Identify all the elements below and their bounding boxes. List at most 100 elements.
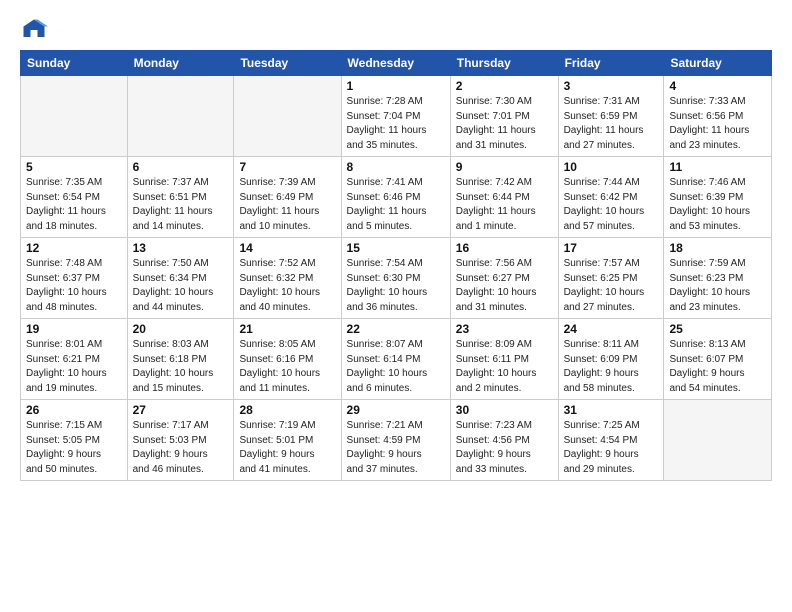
calendar-cell: 5Sunrise: 7:35 AMSunset: 6:54 PMDaylight…	[21, 157, 128, 238]
week-row-2: 5Sunrise: 7:35 AMSunset: 6:54 PMDaylight…	[21, 157, 772, 238]
day-number: 8	[347, 160, 445, 174]
day-number: 15	[347, 241, 445, 255]
day-number: 9	[456, 160, 553, 174]
calendar-cell: 24 Sunrise: 8:11 AMSunset: 6:09 PMDayligh…	[558, 319, 664, 400]
calendar-cell: 11Sunrise: 7:46 AMSunset: 6:39 PMDayligh…	[664, 157, 772, 238]
calendar-cell: 15 Sunrise: 7:54 AMSunset: 6:30 PMDayligh…	[341, 238, 450, 319]
day-number: 1	[347, 79, 445, 93]
day-info: Sunrise: 7:23 AMSunset: 4:56 PMDaylight:…	[456, 419, 553, 477]
day-info: Sunrise: 7:19 AMSunset: 5:01 PMDaylight:…	[239, 419, 335, 477]
day-number: 22	[347, 322, 445, 336]
day-number: 28	[239, 403, 335, 417]
calendar-cell: 17 Sunrise: 7:57 AMSunset: 6:25 PMDayligh…	[558, 238, 664, 319]
day-number: 5	[26, 160, 122, 174]
calendar-cell: 29Sunrise: 7:21 AMSunset: 4:59 PMDayligh…	[341, 400, 450, 481]
calendar-table: SundayMondayTuesdayWednesdayThursdayFrid…	[20, 50, 772, 481]
day-info: Sunrise: 8:05 AMSunset: 6:16 PMDaylight:…	[239, 338, 335, 396]
weekday-header-tuesday: Tuesday	[234, 51, 341, 76]
calendar-cell: 10 Sunrise: 7:44 AMSunset: 6:42 PMDayligh…	[558, 157, 664, 238]
calendar-cell: 30 Sunrise: 7:23 AMSunset: 4:56 PMDayligh…	[450, 400, 558, 481]
day-info: Sunrise: 7:44 AMSunset: 6:42 PMDaylight:…	[564, 176, 659, 234]
day-number: 27	[133, 403, 229, 417]
day-info: Sunrise: 8:01 AMSunset: 6:21 PMDaylight:…	[26, 338, 122, 396]
day-info: Sunrise: 7:57 AMSunset: 6:25 PMDaylight:…	[564, 257, 659, 315]
day-info: Sunrise: 7:30 AMSunset: 7:01 PMDaylight:…	[456, 95, 553, 153]
weekday-header-row: SundayMondayTuesdayWednesdayThursdayFrid…	[21, 51, 772, 76]
day-info: Sunrise: 7:39 AMSunset: 6:49 PMDaylight:…	[239, 176, 335, 234]
day-number: 25	[669, 322, 766, 336]
calendar-cell	[234, 76, 341, 157]
calendar-cell: 19 Sunrise: 8:01 AMSunset: 6:21 PMDayligh…	[21, 319, 128, 400]
weekday-header-thursday: Thursday	[450, 51, 558, 76]
calendar-cell	[127, 76, 234, 157]
day-number: 12	[26, 241, 122, 255]
calendar-cell: 6Sunrise: 7:37 AMSunset: 6:51 PMDaylight…	[127, 157, 234, 238]
calendar-cell: 9 Sunrise: 7:42 AMSunset: 6:44 PMDaylight…	[450, 157, 558, 238]
calendar-cell	[664, 400, 772, 481]
calendar-cell: 18Sunrise: 7:59 AMSunset: 6:23 PMDayligh…	[664, 238, 772, 319]
calendar-cell: 23 Sunrise: 8:09 AMSunset: 6:11 PMDayligh…	[450, 319, 558, 400]
calendar-cell	[21, 76, 128, 157]
day-number: 3	[564, 79, 659, 93]
logo	[20, 16, 52, 44]
day-info: Sunrise: 7:33 AMSunset: 6:56 PMDaylight:…	[669, 95, 766, 153]
weekday-header-monday: Monday	[127, 51, 234, 76]
day-number: 23	[456, 322, 553, 336]
calendar-cell: 31 Sunrise: 7:25 AMSunset: 4:54 PMDayligh…	[558, 400, 664, 481]
logo-icon	[20, 16, 48, 44]
day-info: Sunrise: 8:11 AMSunset: 6:09 PMDaylight:…	[564, 338, 659, 396]
header	[20, 16, 772, 44]
day-info: Sunrise: 7:31 AMSunset: 6:59 PMDaylight:…	[564, 95, 659, 153]
day-number: 19	[26, 322, 122, 336]
day-number: 31	[564, 403, 659, 417]
day-info: Sunrise: 7:37 AMSunset: 6:51 PMDaylight:…	[133, 176, 229, 234]
calendar-cell: 27Sunrise: 7:17 AMSunset: 5:03 PMDayligh…	[127, 400, 234, 481]
day-number: 4	[669, 79, 766, 93]
week-row-1: 1 Sunrise: 7:28 AMSunset: 7:04 PMDaylight…	[21, 76, 772, 157]
week-row-3: 12 Sunrise: 7:48 AMSunset: 6:37 PMDayligh…	[21, 238, 772, 319]
day-info: Sunrise: 7:15 AMSunset: 5:05 PMDaylight:…	[26, 419, 122, 477]
day-info: Sunrise: 7:28 AMSunset: 7:04 PMDaylight:…	[347, 95, 445, 153]
calendar-cell: 22 Sunrise: 8:07 AMSunset: 6:14 PMDayligh…	[341, 319, 450, 400]
day-info: Sunrise: 7:56 AMSunset: 6:27 PMDaylight:…	[456, 257, 553, 315]
calendar-cell: 7 Sunrise: 7:39 AMSunset: 6:49 PMDaylight…	[234, 157, 341, 238]
day-number: 11	[669, 160, 766, 174]
day-info: Sunrise: 7:48 AMSunset: 6:37 PMDaylight:…	[26, 257, 122, 315]
day-info: Sunrise: 7:54 AMSunset: 6:30 PMDaylight:…	[347, 257, 445, 315]
weekday-header-sunday: Sunday	[21, 51, 128, 76]
calendar-cell: 1 Sunrise: 7:28 AMSunset: 7:04 PMDaylight…	[341, 76, 450, 157]
day-info: Sunrise: 7:42 AMSunset: 6:44 PMDaylight:…	[456, 176, 553, 234]
day-number: 20	[133, 322, 229, 336]
day-info: Sunrise: 7:25 AMSunset: 4:54 PMDaylight:…	[564, 419, 659, 477]
weekday-header-wednesday: Wednesday	[341, 51, 450, 76]
day-info: Sunrise: 7:41 AMSunset: 6:46 PMDaylight:…	[347, 176, 445, 234]
calendar-cell: 25 Sunrise: 8:13 AMSunset: 6:07 PMDayligh…	[664, 319, 772, 400]
day-info: Sunrise: 8:07 AMSunset: 6:14 PMDaylight:…	[347, 338, 445, 396]
calendar-cell: 14 Sunrise: 7:52 AMSunset: 6:32 PMDayligh…	[234, 238, 341, 319]
calendar-cell: 13Sunrise: 7:50 AMSunset: 6:34 PMDayligh…	[127, 238, 234, 319]
day-number: 2	[456, 79, 553, 93]
day-number: 26	[26, 403, 122, 417]
page: SundayMondayTuesdayWednesdayThursdayFrid…	[0, 0, 792, 612]
calendar-cell: 12 Sunrise: 7:48 AMSunset: 6:37 PMDayligh…	[21, 238, 128, 319]
day-number: 10	[564, 160, 659, 174]
calendar-cell: 3 Sunrise: 7:31 AMSunset: 6:59 PMDaylight…	[558, 76, 664, 157]
calendar-cell: 21 Sunrise: 8:05 AMSunset: 6:16 PMDayligh…	[234, 319, 341, 400]
calendar-cell: 4 Sunrise: 7:33 AMSunset: 6:56 PMDaylight…	[664, 76, 772, 157]
day-info: Sunrise: 8:13 AMSunset: 6:07 PMDaylight:…	[669, 338, 766, 396]
day-number: 24	[564, 322, 659, 336]
day-info: Sunrise: 7:21 AMSunset: 4:59 PMDaylight:…	[347, 419, 445, 477]
weekday-header-saturday: Saturday	[664, 51, 772, 76]
day-info: Sunrise: 8:03 AMSunset: 6:18 PMDaylight:…	[133, 338, 229, 396]
day-number: 17	[564, 241, 659, 255]
day-number: 14	[239, 241, 335, 255]
calendar-cell: 20 Sunrise: 8:03 AMSunset: 6:18 PMDayligh…	[127, 319, 234, 400]
day-number: 21	[239, 322, 335, 336]
day-number: 7	[239, 160, 335, 174]
day-number: 30	[456, 403, 553, 417]
calendar-cell: 28 Sunrise: 7:19 AMSunset: 5:01 PMDayligh…	[234, 400, 341, 481]
day-info: Sunrise: 8:09 AMSunset: 6:11 PMDaylight:…	[456, 338, 553, 396]
week-row-5: 26 Sunrise: 7:15 AMSunset: 5:05 PMDayligh…	[21, 400, 772, 481]
calendar-cell: 26 Sunrise: 7:15 AMSunset: 5:05 PMDayligh…	[21, 400, 128, 481]
day-info: Sunrise: 7:52 AMSunset: 6:32 PMDaylight:…	[239, 257, 335, 315]
